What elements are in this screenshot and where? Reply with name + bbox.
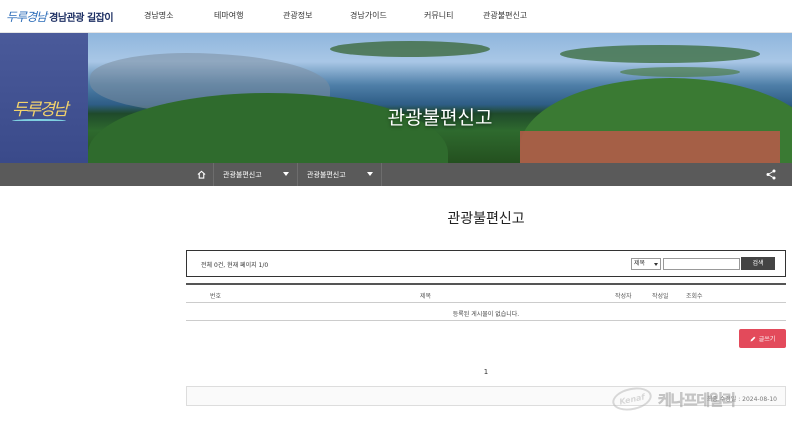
column-header-title: 제목 xyxy=(420,293,432,300)
column-header-date: 작성일 xyxy=(652,293,669,300)
column-header-author: 작성자 xyxy=(615,293,632,300)
write-button[interactable]: 글쓰기 xyxy=(739,329,786,348)
search-panel: 전체 0건, 현재 페이지 1/0 제목 검색 xyxy=(186,250,786,277)
column-header-number: 번호 xyxy=(210,293,222,300)
pagination: 1 xyxy=(186,368,786,376)
breadcrumb-dropdown-1[interactable]: 관광불편신고 xyxy=(214,163,298,186)
main-menu: 경남명소 테마여행 관광정보 경남가이드 커뮤니티 관광불편신고 xyxy=(0,10,792,24)
hero-side-panel: 두루경남 xyxy=(0,33,88,163)
search-button[interactable]: 검색 xyxy=(741,257,775,270)
menu-item-attractions[interactable]: 경남명소 xyxy=(144,10,173,21)
search-input[interactable] xyxy=(663,258,740,270)
post-count-text: 전체 0건, 현재 페이지 1/0 xyxy=(201,262,269,269)
home-icon xyxy=(197,170,206,179)
caret-down-icon xyxy=(367,172,373,176)
menu-item-complaint[interactable]: 관광불편신고 xyxy=(483,10,527,21)
write-button-label: 글쓰기 xyxy=(758,336,776,343)
breadcrumb-label: 관광불편신고 xyxy=(223,170,262,179)
column-header-views: 조회수 xyxy=(686,293,703,300)
search-field-select[interactable]: 제목 xyxy=(631,258,661,270)
menu-item-guide[interactable]: 경남가이드 xyxy=(350,10,387,21)
hero-banner: 두루경남 관광불편신고 xyxy=(0,33,792,163)
watermark-text: 케나프데일리 xyxy=(658,390,736,409)
menu-item-theme-travel[interactable]: 테마여행 xyxy=(214,10,243,21)
pencil-icon xyxy=(750,336,756,341)
hero-deck-shape xyxy=(520,131,780,163)
caret-down-icon xyxy=(283,172,289,176)
hero-island-shape xyxy=(560,45,760,63)
menu-item-tour-info[interactable]: 관광정보 xyxy=(283,10,312,21)
chevron-down-icon xyxy=(654,263,658,266)
hero-side-logo: 두루경남 xyxy=(12,100,69,120)
watermark-logo: Kenaf xyxy=(610,384,654,414)
top-navigation: 두루경남 경남관광 길잡이 경남명소 테마여행 관광정보 경남가이드 커뮤니티 … xyxy=(0,0,792,33)
hero-island-shape xyxy=(330,41,490,57)
hero-island-shape xyxy=(620,67,740,77)
hero-title: 관광불편신고 xyxy=(387,107,493,129)
share-icon[interactable] xyxy=(766,169,776,180)
search-field-value: 제목 xyxy=(634,260,646,267)
watermark: Kenaf 케나프데일리 xyxy=(610,383,788,415)
empty-message: 등록된 게시물이 없습니다. xyxy=(452,311,520,318)
wave-icon xyxy=(12,119,66,123)
breadcrumb: 관광불편신고 관광불편신고 xyxy=(0,163,792,186)
breadcrumb-dropdown-2[interactable]: 관광불편신고 xyxy=(298,163,382,186)
page-link-1[interactable]: 1 xyxy=(484,368,488,376)
page-title: 관광불편신고 xyxy=(447,211,525,227)
home-button[interactable] xyxy=(190,163,214,186)
table-row: 등록된 게시물이 없습니다. xyxy=(186,303,786,321)
menu-item-community[interactable]: 커뮤니티 xyxy=(424,10,453,21)
table-header: 번호 제목 작성자 작성일 조회수 xyxy=(186,283,786,303)
breadcrumb-label: 관광불편신고 xyxy=(307,170,346,179)
